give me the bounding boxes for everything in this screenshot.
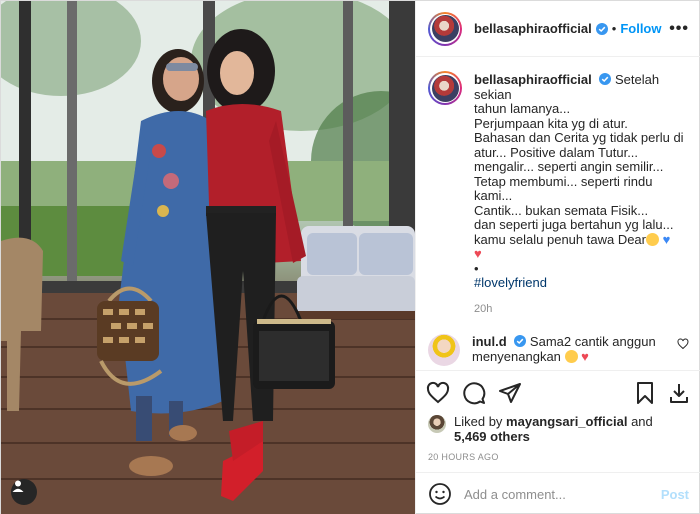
caption-bullet: • bbox=[474, 260, 479, 276]
author-avatar[interactable] bbox=[428, 11, 462, 46]
heart-icon[interactable] bbox=[426, 381, 450, 405]
caption-avatar[interactable] bbox=[428, 71, 462, 105]
post-header: bellasaphiraofficial • Follow ••• bbox=[416, 1, 700, 57]
photo-illustration bbox=[1, 1, 415, 514]
caption-author[interactable]: bellasaphiraofficial bbox=[474, 72, 592, 87]
comment-body: inul.d Sama2 cantik anggun menyenangkan … bbox=[472, 334, 677, 364]
caption-line: Perjumpaan kita yg di atur. bbox=[474, 115, 628, 131]
red-heart-emoji-icon: ♥ bbox=[474, 246, 482, 261]
tagged-users-button[interactable] bbox=[11, 479, 37, 505]
share-icon[interactable] bbox=[498, 381, 522, 405]
likes-conjunction: and bbox=[631, 414, 653, 429]
comment-icon[interactable] bbox=[462, 381, 486, 405]
caption-line: Tetap membumi... seperti rindu kami... bbox=[474, 173, 653, 203]
comment-text: Sama2 cantik anggun bbox=[529, 334, 656, 349]
grin-emoji-icon bbox=[646, 232, 659, 246]
liker-avatar[interactable] bbox=[428, 415, 446, 433]
more-options-icon[interactable]: ••• bbox=[669, 20, 689, 38]
liker-username[interactable]: mayangsari_official bbox=[506, 414, 627, 429]
post-comment-button[interactable]: Post bbox=[661, 487, 689, 502]
red-heart-emoji-icon: ♥ bbox=[581, 349, 589, 364]
caption-body: bellasaphiraofficial Setelah sekian tahu… bbox=[474, 72, 688, 317]
caption-line: Bahasan dan Cerita yg tidak perlu di bbox=[474, 130, 684, 145]
verified-badge-icon bbox=[514, 335, 527, 347]
verified-badge-icon bbox=[595, 22, 608, 35]
caption-line: atur... Positive dalam Tutur... bbox=[474, 144, 639, 160]
comments-section: bellasaphiraofficial Setelah sekian tahu… bbox=[416, 57, 700, 370]
instagram-post: bellasaphiraofficial • Follow ••• bellas… bbox=[0, 0, 700, 514]
add-comment-bar: Post bbox=[416, 472, 700, 514]
separator-dot: • bbox=[611, 21, 617, 36]
bookmark-icon[interactable] bbox=[633, 381, 657, 405]
download-icon[interactable] bbox=[667, 381, 691, 405]
follow-button[interactable]: Follow bbox=[620, 21, 661, 36]
likes-others-link[interactable]: 5,469 others bbox=[454, 429, 530, 444]
caption-last-line: kamu selalu penuh tawa Dear ♥ bbox=[474, 231, 688, 248]
comment-like-icon[interactable] bbox=[677, 338, 689, 350]
heart-eyes-emoji-icon bbox=[564, 350, 578, 363]
commenter-username[interactable]: inul.d bbox=[472, 334, 507, 349]
user-icon bbox=[12, 480, 24, 492]
blue-heart-emoji-icon: ♥ bbox=[662, 231, 671, 247]
comment-text-line2: menyenangkan ♥ bbox=[472, 349, 677, 364]
posted-time[interactable]: 20 HOURS AGO bbox=[416, 446, 700, 472]
emoji-icon[interactable] bbox=[428, 482, 452, 506]
caption-line: dan seperti juga bertahun yg lalu... bbox=[474, 217, 674, 232]
verified-badge-icon bbox=[599, 73, 612, 85]
hashtag-link[interactable]: #lovelyfriend bbox=[474, 275, 688, 291]
caption-line: tahun lamanya... bbox=[474, 101, 571, 116]
caption-line: mengalir... seperti angin semilir... bbox=[474, 159, 664, 174]
caption-line: Cantik... bukan semata Fisik... bbox=[474, 202, 649, 218]
comment-input[interactable] bbox=[464, 486, 661, 502]
commenter-avatar[interactable] bbox=[428, 334, 460, 366]
caption-line: kamu selalu penuh tawa Dear bbox=[474, 231, 646, 247]
comment-item: inul.d Sama2 cantik anggun menyenangkan … bbox=[428, 334, 689, 366]
comment-text: menyenangkan bbox=[472, 349, 561, 364]
caption: bellasaphiraofficial Setelah sekian tahu… bbox=[428, 71, 689, 317]
action-bar bbox=[416, 370, 700, 414]
post-details-pane: bellasaphiraofficial • Follow ••• bellas… bbox=[415, 1, 700, 514]
author-username[interactable]: bellasaphiraofficial bbox=[474, 21, 592, 36]
likes-prefix: Liked by bbox=[454, 414, 503, 429]
post-photo[interactable] bbox=[1, 1, 415, 514]
likes-summary: Liked by mayangsari_official and 5,469 o… bbox=[416, 414, 700, 446]
caption-time[interactable]: 20h bbox=[474, 302, 688, 317]
